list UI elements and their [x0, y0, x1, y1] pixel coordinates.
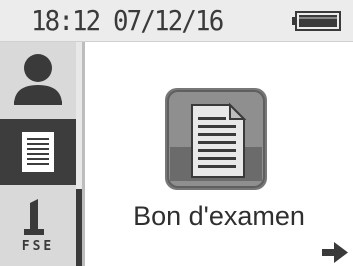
sidebar-item-patient[interactable] — [0, 49, 76, 111]
status-bar: 18:12 07/12/16 — [0, 0, 353, 42]
sidebar-item-fse[interactable]: FSE — [0, 195, 76, 261]
arrow-right-icon[interactable] — [320, 241, 350, 263]
document-icon — [22, 132, 54, 172]
battery-icon — [292, 11, 341, 31]
sidebar-scrollbar[interactable] — [76, 42, 82, 266]
sidebar-scroll-thumb[interactable] — [76, 189, 82, 266]
person-icon — [14, 54, 62, 105]
item-label: Bon d'examen — [133, 201, 305, 231]
exam-document-tile[interactable] — [164, 87, 268, 191]
sidebar-item-document[interactable] — [0, 119, 76, 185]
fse-label: FSE — [21, 239, 55, 254]
document-icon — [191, 102, 247, 178]
datetime-display: 18:12 07/12/16 — [31, 4, 224, 37]
